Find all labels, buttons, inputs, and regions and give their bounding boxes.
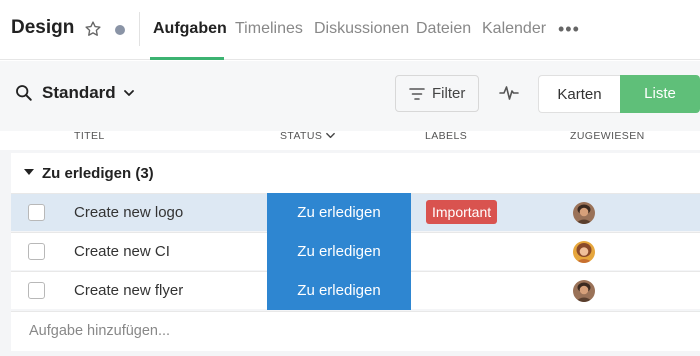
table-row[interactable]: Create new logo Zu erledigen Important xyxy=(11,193,700,232)
top-navigation-bar: Design Aufgaben Timelines Diskussionen D… xyxy=(0,0,700,60)
column-header-title[interactable]: TITEL xyxy=(74,130,105,142)
status-cell[interactable]: Zu erledigen xyxy=(267,193,411,232)
chevron-down-icon[interactable] xyxy=(325,130,336,141)
tab-timelines[interactable]: Timelines xyxy=(235,20,303,38)
search-icon[interactable] xyxy=(15,84,33,102)
filter-button[interactable]: Filter xyxy=(395,75,479,112)
status-label: Zu erledigen xyxy=(297,243,381,260)
column-header-labels[interactable]: LABELS xyxy=(425,130,467,142)
caret-down-icon[interactable] xyxy=(24,169,34,175)
checkbox-icon[interactable] xyxy=(28,282,45,299)
column-header-status[interactable]: STATUS xyxy=(280,130,322,142)
label-badge[interactable]: Important xyxy=(426,200,498,224)
cards-view-button[interactable]: Karten xyxy=(538,75,620,113)
filter-icon xyxy=(409,88,425,100)
task-title[interactable]: Create new logo xyxy=(74,204,183,221)
view-selector[interactable]: Standard xyxy=(42,83,116,103)
status-label: Zu erledigen xyxy=(297,282,381,299)
star-icon[interactable] xyxy=(84,20,102,38)
project-title: Design xyxy=(11,17,75,38)
status-cell[interactable]: Zu erledigen xyxy=(267,271,411,310)
status-dot-icon[interactable] xyxy=(115,25,125,35)
cards-view-label: Karten xyxy=(557,86,602,103)
table-row[interactable]: Create new CI Zu erledigen xyxy=(11,232,700,271)
active-tab-indicator xyxy=(150,57,224,60)
status-label: Zu erledigen xyxy=(297,204,381,221)
more-menu-button[interactable]: ••• xyxy=(558,19,580,40)
tab-kalender[interactable]: Kalender xyxy=(482,20,546,38)
add-task-input[interactable]: Aufgabe hinzufügen... xyxy=(11,311,700,351)
table-row[interactable]: Create new flyer Zu erledigen xyxy=(11,271,700,310)
tab-dateien[interactable]: Dateien xyxy=(416,20,471,38)
avatar[interactable] xyxy=(573,241,595,263)
tab-aufgaben[interactable]: Aufgaben xyxy=(153,20,227,38)
divider xyxy=(139,12,140,46)
task-title[interactable]: Create new CI xyxy=(74,243,170,260)
task-title[interactable]: Create new flyer xyxy=(74,282,183,299)
checkbox-icon[interactable] xyxy=(28,243,45,260)
tab-diskussionen[interactable]: Diskussionen xyxy=(314,20,409,38)
checkbox-icon[interactable] xyxy=(28,204,45,221)
column-header-assigned[interactable]: ZUGEWIESEN xyxy=(570,130,645,142)
activity-pulse-icon[interactable] xyxy=(499,84,519,102)
group-title: Zu erledigen (3) xyxy=(42,165,154,182)
filter-label: Filter xyxy=(432,85,466,102)
list-view-button[interactable]: Liste xyxy=(620,75,700,113)
status-cell[interactable]: Zu erledigen xyxy=(267,232,411,271)
chevron-down-icon[interactable] xyxy=(122,86,136,100)
avatar[interactable] xyxy=(573,280,595,302)
avatar[interactable] xyxy=(573,202,595,224)
add-task-placeholder: Aufgabe hinzufügen... xyxy=(29,323,171,339)
group-header[interactable]: Zu erledigen (3) xyxy=(11,153,700,193)
list-view-label: Liste xyxy=(644,85,676,102)
